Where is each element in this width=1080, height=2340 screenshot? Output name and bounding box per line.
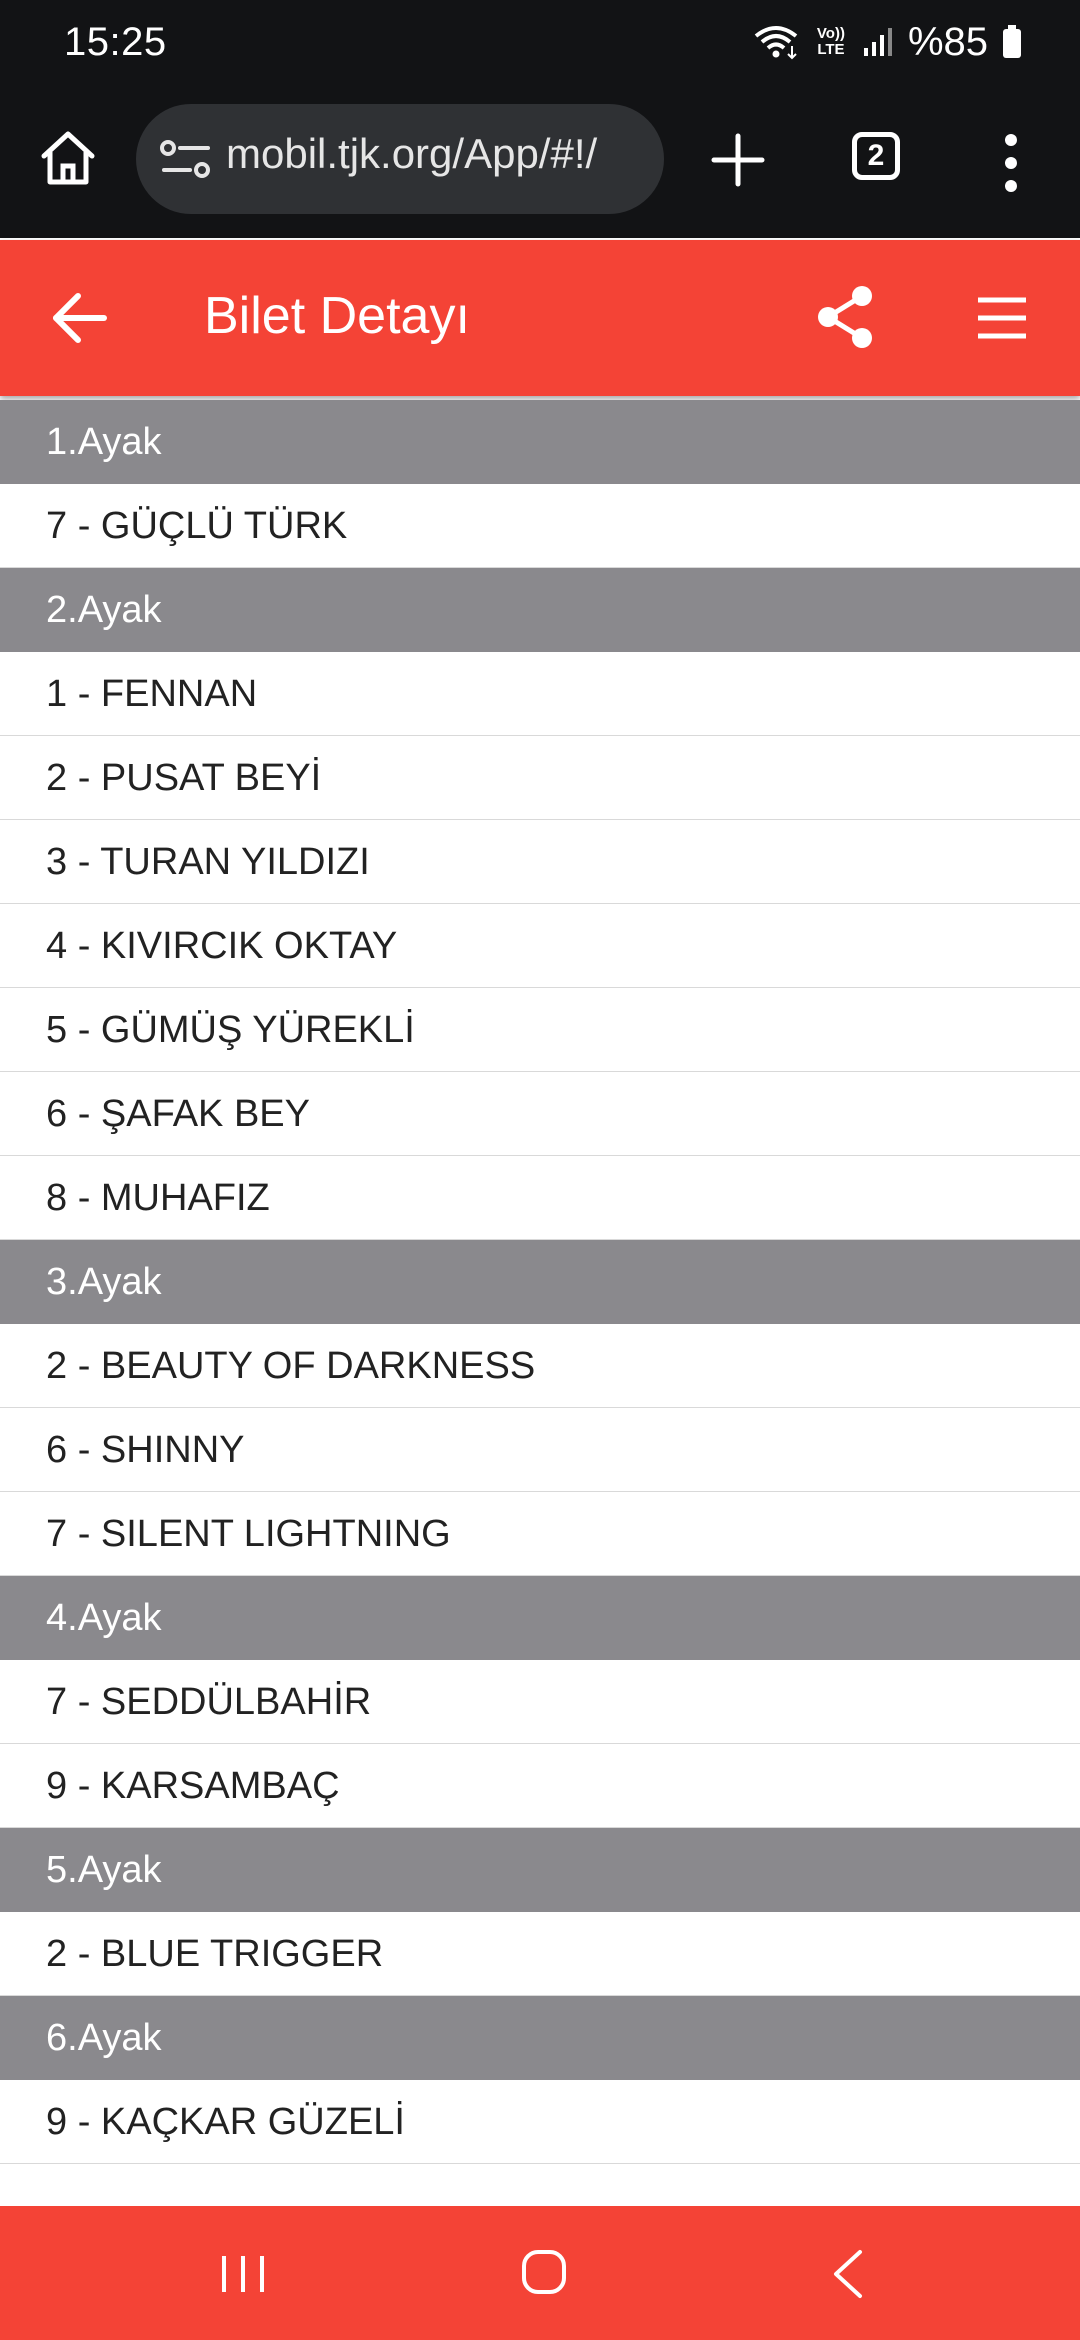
- leg-header: 5.Ayak: [0, 1828, 1080, 1912]
- new-tab-icon[interactable]: [708, 130, 768, 190]
- recent-apps-icon[interactable]: [218, 2252, 268, 2296]
- list-item[interactable]: 4 - KIVIRCIK OKTAY: [0, 904, 1080, 988]
- wifi-icon: [754, 26, 798, 60]
- back-arrow-icon[interactable]: [48, 286, 112, 350]
- list-item[interactable]: 2 - PUSAT BEYİ: [0, 736, 1080, 820]
- signal-icon: [863, 28, 892, 56]
- page-title: Bilet Detayı: [204, 287, 470, 345]
- list-item[interactable]: 7 - SILENT LIGHTNING: [0, 1492, 1080, 1576]
- list-item[interactable]: 2 - BEAUTY OF DARKNESS: [0, 1324, 1080, 1408]
- list-item[interactable]: 7 - SEDDÜLBAHİR: [0, 1660, 1080, 1744]
- url-text[interactable]: mobil.tjk.org/App/#!/: [226, 130, 646, 178]
- leg-header: 4.Ayak: [0, 1576, 1080, 1660]
- share-icon[interactable]: [814, 284, 876, 350]
- url-bar[interactable]: mobil.tjk.org/App/#!/: [136, 104, 664, 214]
- hamburger-menu-icon[interactable]: [974, 290, 1030, 346]
- list-item[interactable]: 7 - GÜÇLÜ TÜRK: [0, 484, 1080, 568]
- list-item[interactable]: 9 - KARSAMBAÇ: [0, 1744, 1080, 1828]
- list-item[interactable]: 2 - BLUE TRIGGER: [0, 1912, 1080, 1996]
- list-item[interactable]: 8 - MUHAFIZ: [0, 1156, 1080, 1240]
- browser-toolbar: mobil.tjk.org/App/#!/ 2: [0, 86, 1080, 238]
- status-time: 15:25: [64, 20, 167, 64]
- tab-switcher-button[interactable]: 2: [852, 132, 900, 180]
- list-item[interactable]: 6 - ŞAFAK BEY: [0, 1072, 1080, 1156]
- back-nav-icon[interactable]: [830, 2248, 866, 2300]
- list-item[interactable]: 1 - FENNAN: [0, 652, 1080, 736]
- home-nav-icon[interactable]: [520, 2248, 568, 2296]
- status-bar: 15:25 Vo)) LTE %85: [0, 0, 1080, 86]
- more-options-icon[interactable]: [996, 130, 1026, 196]
- status-icons: Vo)) LTE %85: [752, 18, 1022, 66]
- list-item[interactable]: 9 - KAÇKAR GÜZELİ: [0, 2080, 1080, 2164]
- system-nav-bar: [0, 2206, 1080, 2340]
- list-item[interactable]: 6 - SHINNY: [0, 1408, 1080, 1492]
- list-item[interactable]: 3 - TURAN YILDIZI: [0, 820, 1080, 904]
- lte-icon: Vo)) LTE: [816, 25, 845, 58]
- list-item[interactable]: 5 - GÜMÜŞ YÜREKLİ: [0, 988, 1080, 1072]
- battery-percentage: %85: [907, 19, 988, 64]
- leg-header: 1.Ayak: [0, 400, 1080, 484]
- home-icon[interactable]: [36, 126, 100, 190]
- leg-header: 6.Ayak: [0, 1996, 1080, 2080]
- ticket-detail-list: 1.Ayak 7 - GÜÇLÜ TÜRK 2.Ayak 1 - FENNAN …: [0, 400, 1080, 2164]
- leg-header: 2.Ayak: [0, 568, 1080, 652]
- app-toolbar: Bilet Detayı: [0, 240, 1080, 396]
- leg-header: 3.Ayak: [0, 1240, 1080, 1324]
- battery-icon: [1003, 25, 1021, 58]
- site-settings-icon[interactable]: [158, 134, 214, 184]
